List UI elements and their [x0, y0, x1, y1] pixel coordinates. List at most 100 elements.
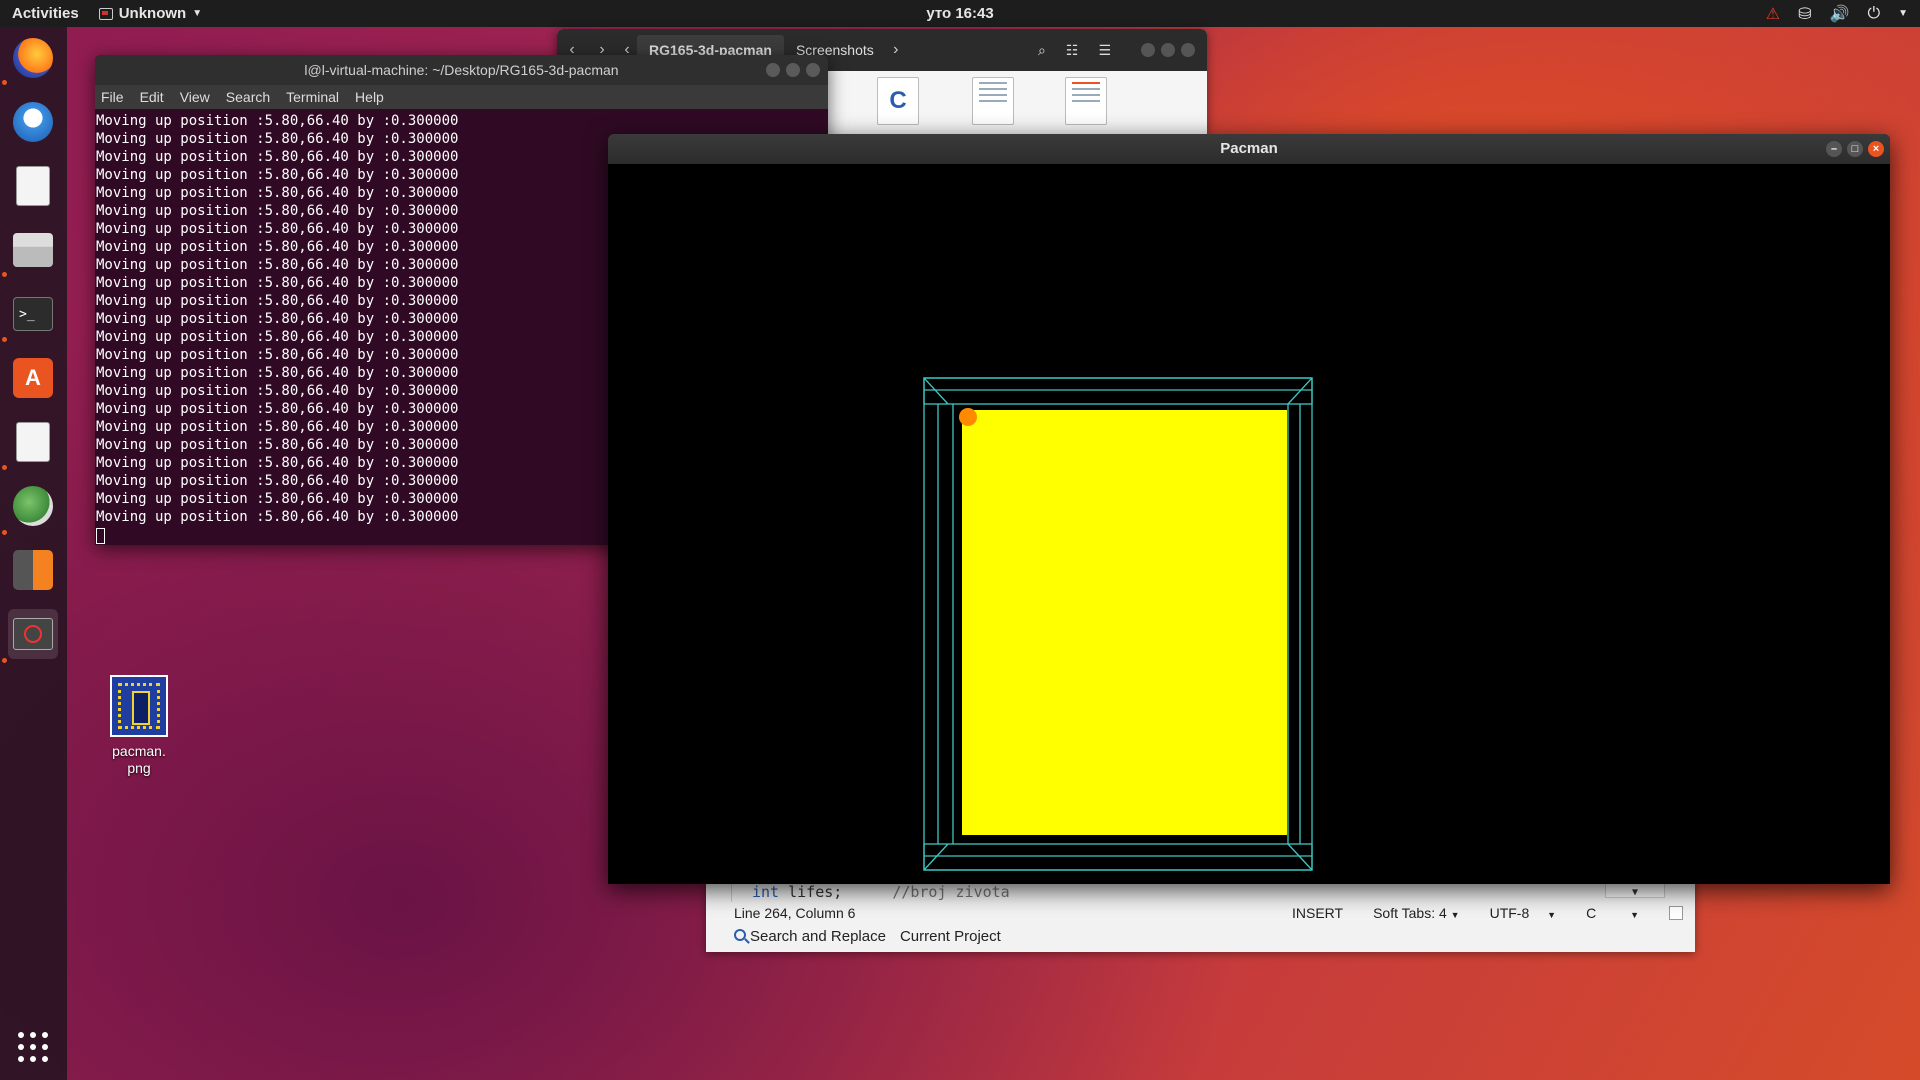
running-indicator [2, 465, 7, 470]
text-editor-icon [16, 166, 50, 206]
code-text: lifes; [779, 883, 843, 901]
window-controls: – □ × [1826, 141, 1884, 157]
code-comment: //broj zivota [892, 883, 1010, 901]
text-editor-icon [16, 422, 50, 462]
encoding-selector[interactable]: UTF-8 ▼ [1490, 905, 1556, 921]
pacman-app-launcher[interactable] [8, 609, 58, 659]
panel-toggle-icon[interactable] [1669, 906, 1683, 920]
menu-search[interactable]: Search [226, 89, 270, 105]
software-center-icon: A [13, 358, 53, 398]
code-keyword: int [752, 883, 780, 901]
breadcrumb-right-button[interactable]: › [886, 41, 906, 59]
cursor-position: Line 264, Column 6 [734, 905, 856, 921]
maze-edge [923, 377, 949, 405]
volume-icon[interactable]: 🔊 [1830, 4, 1850, 24]
minimize-button[interactable]: – [1826, 141, 1842, 157]
chevron-down-icon[interactable]: ▼ [1605, 882, 1665, 898]
status-right: INSERT Soft Tabs: 4 ▼ UTF-8 ▼ C ▼ [1292, 905, 1683, 921]
game-scene [923, 377, 1313, 871]
terminal-title: l@l-virtual-machine: ~/Desktop/RG165-3d-… [304, 62, 619, 78]
calculator-launcher[interactable] [8, 545, 58, 595]
terminal-line: Moving up position :5.80,66.40 by :0.300… [96, 113, 459, 129]
running-indicator [2, 337, 7, 342]
text-file-icon[interactable] [972, 77, 1014, 125]
chevron-down-icon[interactable]: ▼ [1898, 8, 1908, 19]
maze-top-wall [923, 377, 1313, 405]
terminal-titlebar[interactable]: l@l-virtual-machine: ~/Desktop/RG165-3d-… [95, 55, 828, 85]
warning-icon[interactable]: ⚠ [1766, 4, 1780, 24]
menu-view[interactable]: View [180, 89, 210, 105]
firefox-launcher[interactable] [8, 33, 58, 83]
thunderbird-launcher[interactable] [8, 97, 58, 147]
maze-edge [1287, 843, 1313, 871]
window-controls [766, 63, 820, 77]
close-button[interactable] [806, 63, 820, 77]
minimize-button[interactable] [1141, 43, 1155, 57]
terminal-cursor [96, 528, 105, 544]
chevron-down-icon: ▼ [192, 8, 203, 19]
text-editor-launcher[interactable] [8, 161, 58, 211]
close-button[interactable]: × [1868, 141, 1884, 157]
search-icon [734, 928, 746, 941]
desktop-file-pacman-png[interactable]: pacman. png [100, 675, 178, 777]
maximize-button[interactable]: □ [1847, 141, 1863, 157]
menu-file[interactable]: File [101, 89, 124, 105]
grid-icon [18, 1032, 48, 1062]
terminal-menubar: File Edit View Search Terminal Help [95, 85, 828, 109]
chevron-down-icon: ▼ [1450, 910, 1460, 920]
pacman-titlebar[interactable]: Pacman – □ × [608, 134, 1890, 164]
maximize-button[interactable] [1161, 43, 1175, 57]
code-line[interactable]: int lifes; //broj zivota ▼ [731, 882, 1695, 902]
tab-width-label: Soft Tabs: 4 [1373, 905, 1447, 921]
edit-mode: INSERT [1291, 905, 1344, 921]
close-button[interactable] [1181, 43, 1195, 57]
chevron-down-icon: ▼ [1630, 910, 1639, 920]
search-icon[interactable]: ⌕ [1038, 42, 1046, 59]
pacman-player [959, 408, 977, 426]
chevron-down-icon: ▼ [1547, 910, 1557, 920]
text-editor-2-launcher[interactable] [8, 417, 58, 467]
dock: >_ A [0, 27, 67, 1080]
minimize-button[interactable] [766, 63, 780, 77]
language-selector[interactable]: C ▼ [1586, 905, 1639, 921]
menu-icon[interactable]: ☰ [1098, 42, 1111, 59]
network-icon[interactable]: ⛁ [1798, 4, 1811, 24]
menu-help[interactable]: Help [355, 89, 384, 105]
power-icon[interactable]: ⏻ [1867, 5, 1880, 23]
firefox-icon [13, 38, 53, 78]
mail-icon [13, 102, 53, 142]
search-replace-tab[interactable]: Search and Replace [734, 928, 886, 945]
image-viewer-icon [13, 486, 53, 526]
system-tray[interactable]: ⚠ ⛁ 🔊 ⏻ ▼ [1766, 4, 1908, 24]
tab-width-selector[interactable]: Soft Tabs: 4 ▼ [1373, 905, 1460, 921]
calculator-icon [13, 550, 53, 590]
window-controls [1141, 43, 1195, 57]
running-indicator [2, 272, 7, 277]
desktop-file-label: pacman. png [112, 743, 166, 776]
menu-edit[interactable]: Edit [140, 89, 164, 105]
software-launcher[interactable]: A [8, 353, 58, 403]
files-icon [13, 233, 53, 267]
c-source-file-icon[interactable]: C [877, 77, 919, 125]
show-applications-button[interactable] [8, 1022, 58, 1072]
activities-button[interactable]: Activities [0, 5, 91, 22]
app-icon [13, 618, 53, 650]
terminal-launcher[interactable]: >_ [8, 289, 58, 339]
game-canvas[interactable] [608, 164, 1890, 884]
files-launcher[interactable] [8, 225, 58, 275]
maze-bottom-wall [923, 843, 1313, 871]
current-project-tab[interactable]: Current Project [900, 928, 1001, 945]
maze-edge [923, 843, 949, 871]
encoding-label: UTF-8 [1489, 905, 1530, 921]
app-menu-label: Unknown [118, 5, 187, 22]
top-bar: Activities Unknown ▼ уто 16:43 ⚠ ⛁ 🔊 ⏻ ▼ [0, 0, 1920, 27]
app-menu[interactable]: Unknown ▼ [98, 5, 203, 22]
view-options-icon[interactable]: ☷ [1066, 42, 1079, 59]
maximize-button[interactable] [786, 63, 800, 77]
image-viewer-launcher[interactable] [8, 481, 58, 531]
image-thumbnail [110, 675, 168, 737]
document-file-icon[interactable] [1065, 77, 1107, 125]
search-replace-label: Search and Replace [750, 927, 886, 945]
clock[interactable]: уто 16:43 [0, 5, 1920, 22]
menu-terminal[interactable]: Terminal [286, 89, 339, 105]
